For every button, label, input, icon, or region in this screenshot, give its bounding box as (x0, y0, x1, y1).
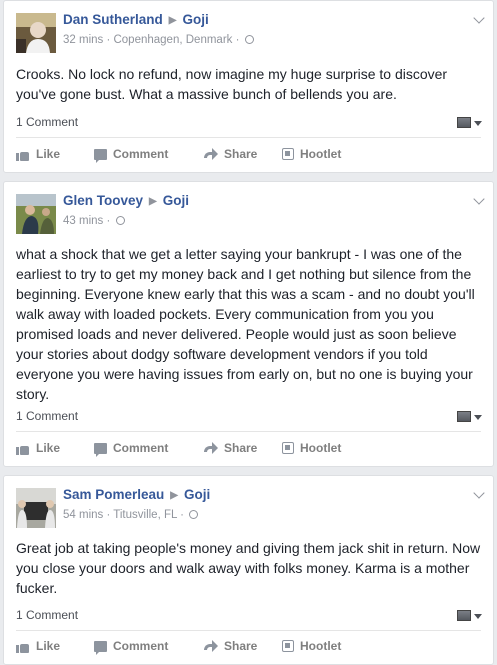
comment-button[interactable]: Comment (94, 147, 169, 163)
post-text: Crooks. No lock no refund, now imagine m… (16, 66, 448, 102)
action-bar: Like Comment Share Hootlet (16, 639, 481, 659)
comment-label: Comment (113, 147, 169, 161)
target-page-name[interactable]: Goji (184, 487, 210, 502)
hootlet-label: Hootlet (300, 639, 342, 653)
comment-label: Comment (113, 639, 169, 653)
hootlet-button[interactable]: Hootlet (282, 147, 341, 161)
hootlet-icon (282, 148, 294, 160)
like-button[interactable]: Like (16, 639, 60, 653)
post-timestamp[interactable]: 43 mins · (63, 215, 110, 227)
divider (16, 630, 481, 631)
post-header: Glen Toovey ▶ Goji (63, 193, 189, 208)
post-text: Great job at taking people's money and g… (16, 540, 481, 596)
comment-button[interactable]: Comment (94, 441, 169, 457)
like-icon (16, 640, 30, 653)
caret-down-icon[interactable] (474, 614, 482, 619)
share-button[interactable]: Share (204, 147, 257, 161)
options-chevron-icon[interactable] (473, 193, 485, 205)
comment-icon (94, 442, 107, 457)
share-label: Share (224, 147, 258, 161)
post-meta: 32 mins · Copenhagen, Denmark · (63, 34, 254, 46)
author-name[interactable]: Sam Pomerleau (63, 487, 164, 502)
author-name[interactable]: Dan Sutherland (63, 12, 163, 27)
arrow-right-icon: ▶ (170, 490, 178, 501)
globe-icon (115, 216, 125, 225)
target-page-name[interactable]: Goji (182, 12, 208, 27)
avatar[interactable] (16, 488, 56, 528)
comment-icon (94, 640, 107, 655)
action-bar: Like Comment Share Hootlet (16, 441, 481, 461)
avatar[interactable] (16, 194, 56, 234)
comment-count[interactable]: 1 Comment (16, 409, 78, 423)
comment-icon (94, 148, 107, 163)
hootlet-label: Hootlet (300, 441, 342, 455)
share-label: Share (224, 639, 258, 653)
like-button[interactable]: Like (16, 441, 60, 455)
globe-icon (189, 510, 199, 519)
target-page-name[interactable]: Goji (163, 193, 189, 208)
action-bar: Like Comment Share Hootlet (16, 147, 481, 167)
like-label: Like (36, 147, 61, 161)
post-timestamp[interactable]: 54 mins · Titusville, FL · (63, 509, 184, 521)
arrow-right-icon: ▶ (168, 15, 177, 26)
post-meta: 54 mins · Titusville, FL · (63, 509, 199, 521)
share-icon (204, 148, 218, 160)
share-label: Share (224, 441, 258, 455)
post-card: Dan Sutherland ▶ Goji 32 mins · Copenhagen… (3, 0, 494, 173)
comment-count[interactable]: 1 Comment (16, 608, 78, 622)
share-button[interactable]: Share (204, 441, 257, 455)
hootlet-icon (282, 640, 294, 652)
hootlet-icon (282, 442, 294, 454)
like-label: Like (36, 441, 61, 455)
share-button[interactable]: Share (204, 639, 257, 653)
page-avatar-icon[interactable] (457, 117, 471, 128)
divider (16, 137, 481, 138)
divider (16, 431, 481, 432)
arrow-right-icon: ▶ (149, 196, 157, 207)
options-chevron-icon[interactable] (473, 487, 485, 499)
post-meta: 43 mins · (63, 215, 125, 227)
post-text: what a shock that we get a letter saying… (16, 246, 475, 402)
hootlet-button[interactable]: Hootlet (282, 639, 341, 653)
post-card: Sam Pomerleau ▶ Goji 54 mins · Titusville,… (3, 475, 494, 665)
like-label: Like (36, 639, 61, 653)
author-name[interactable]: Glen Toovey (63, 193, 143, 208)
options-chevron-icon[interactable] (473, 12, 485, 24)
comment-label: Comment (113, 441, 169, 455)
like-button[interactable]: Like (16, 147, 60, 161)
share-icon (204, 640, 218, 652)
comment-count[interactable]: 1 Comment (16, 115, 78, 129)
globe-icon (244, 35, 254, 44)
hootlet-button[interactable]: Hootlet (282, 441, 341, 455)
caret-down-icon[interactable] (474, 415, 482, 420)
share-icon (204, 442, 218, 454)
avatar[interactable] (16, 13, 56, 53)
post-header: Dan Sutherland ▶ Goji (63, 12, 209, 27)
hootlet-label: Hootlet (300, 147, 342, 161)
page-avatar-icon[interactable] (457, 411, 471, 422)
post-timestamp[interactable]: 32 mins · Copenhagen, Denmark · (63, 34, 239, 46)
like-icon (16, 148, 30, 161)
page-avatar-icon[interactable] (457, 610, 471, 621)
caret-down-icon[interactable] (474, 121, 482, 126)
comment-button[interactable]: Comment (94, 639, 169, 655)
post-header: Sam Pomerleau ▶ Goji (63, 487, 210, 502)
like-icon (16, 442, 30, 455)
post-card: Glen Toovey ▶ Goji 43 mins · what a shock … (3, 181, 494, 467)
